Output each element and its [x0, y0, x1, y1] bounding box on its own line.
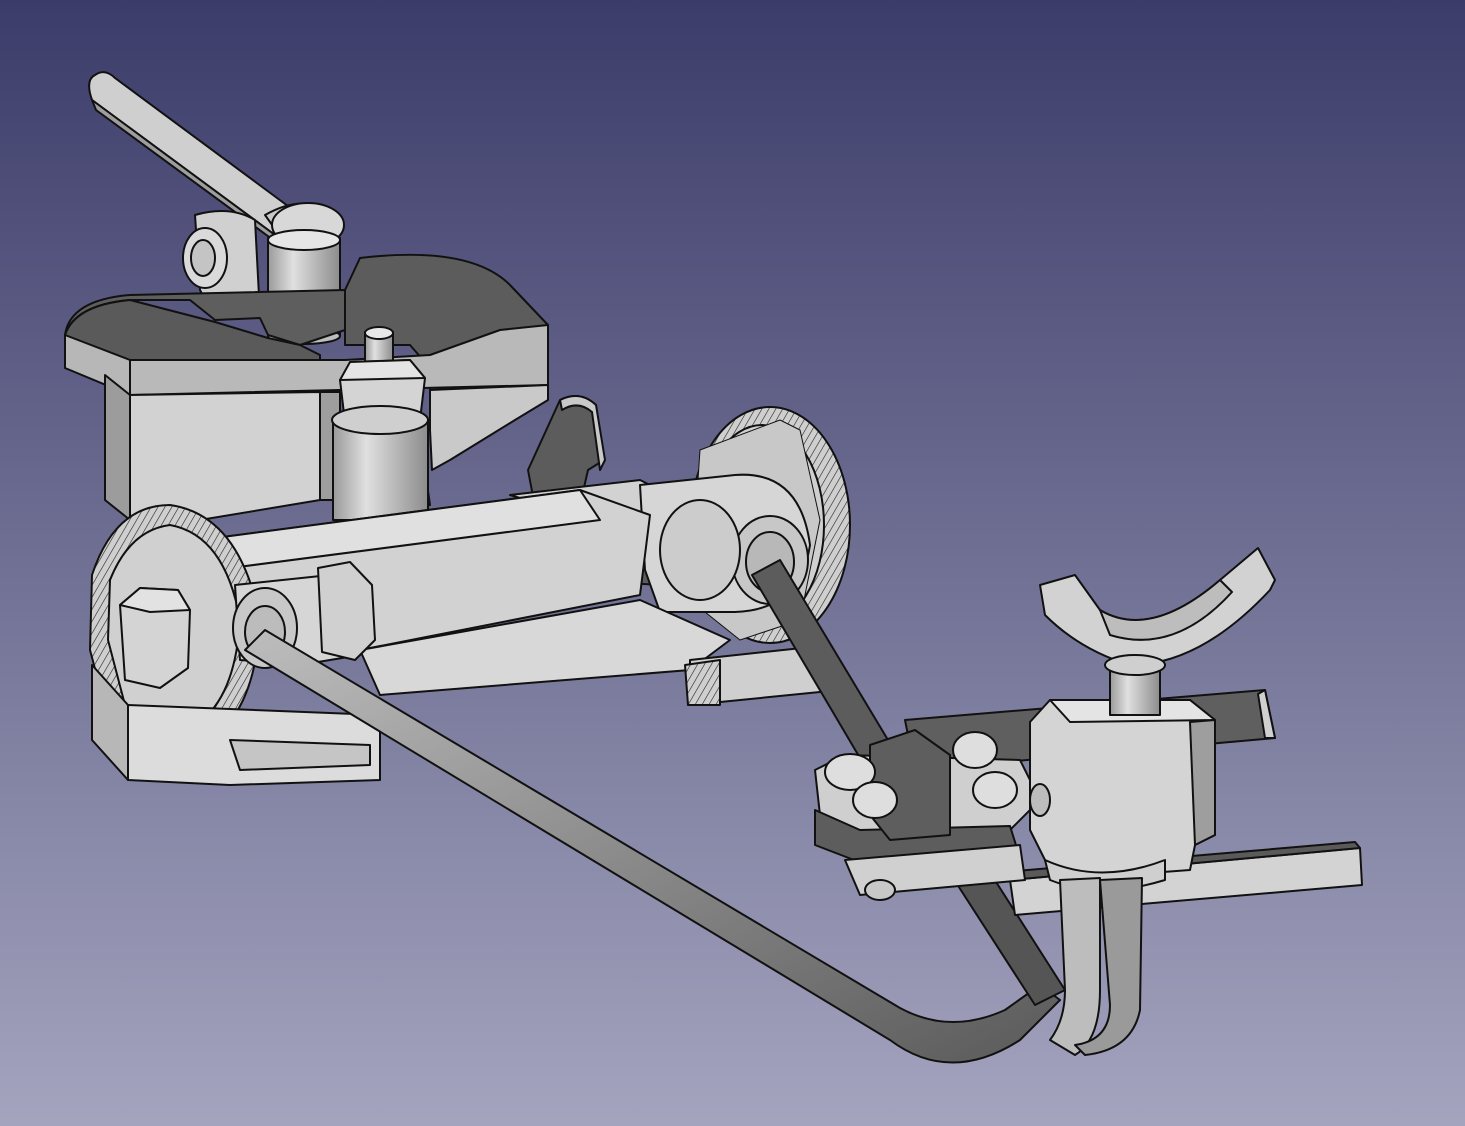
- holder-block[interactable]: [1029, 699, 1216, 891]
- 3d-viewport[interactable]: [0, 0, 1465, 1126]
- cad-model-scene[interactable]: [0, 0, 1465, 1126]
- left-hex-nut[interactable]: [119, 587, 191, 689]
